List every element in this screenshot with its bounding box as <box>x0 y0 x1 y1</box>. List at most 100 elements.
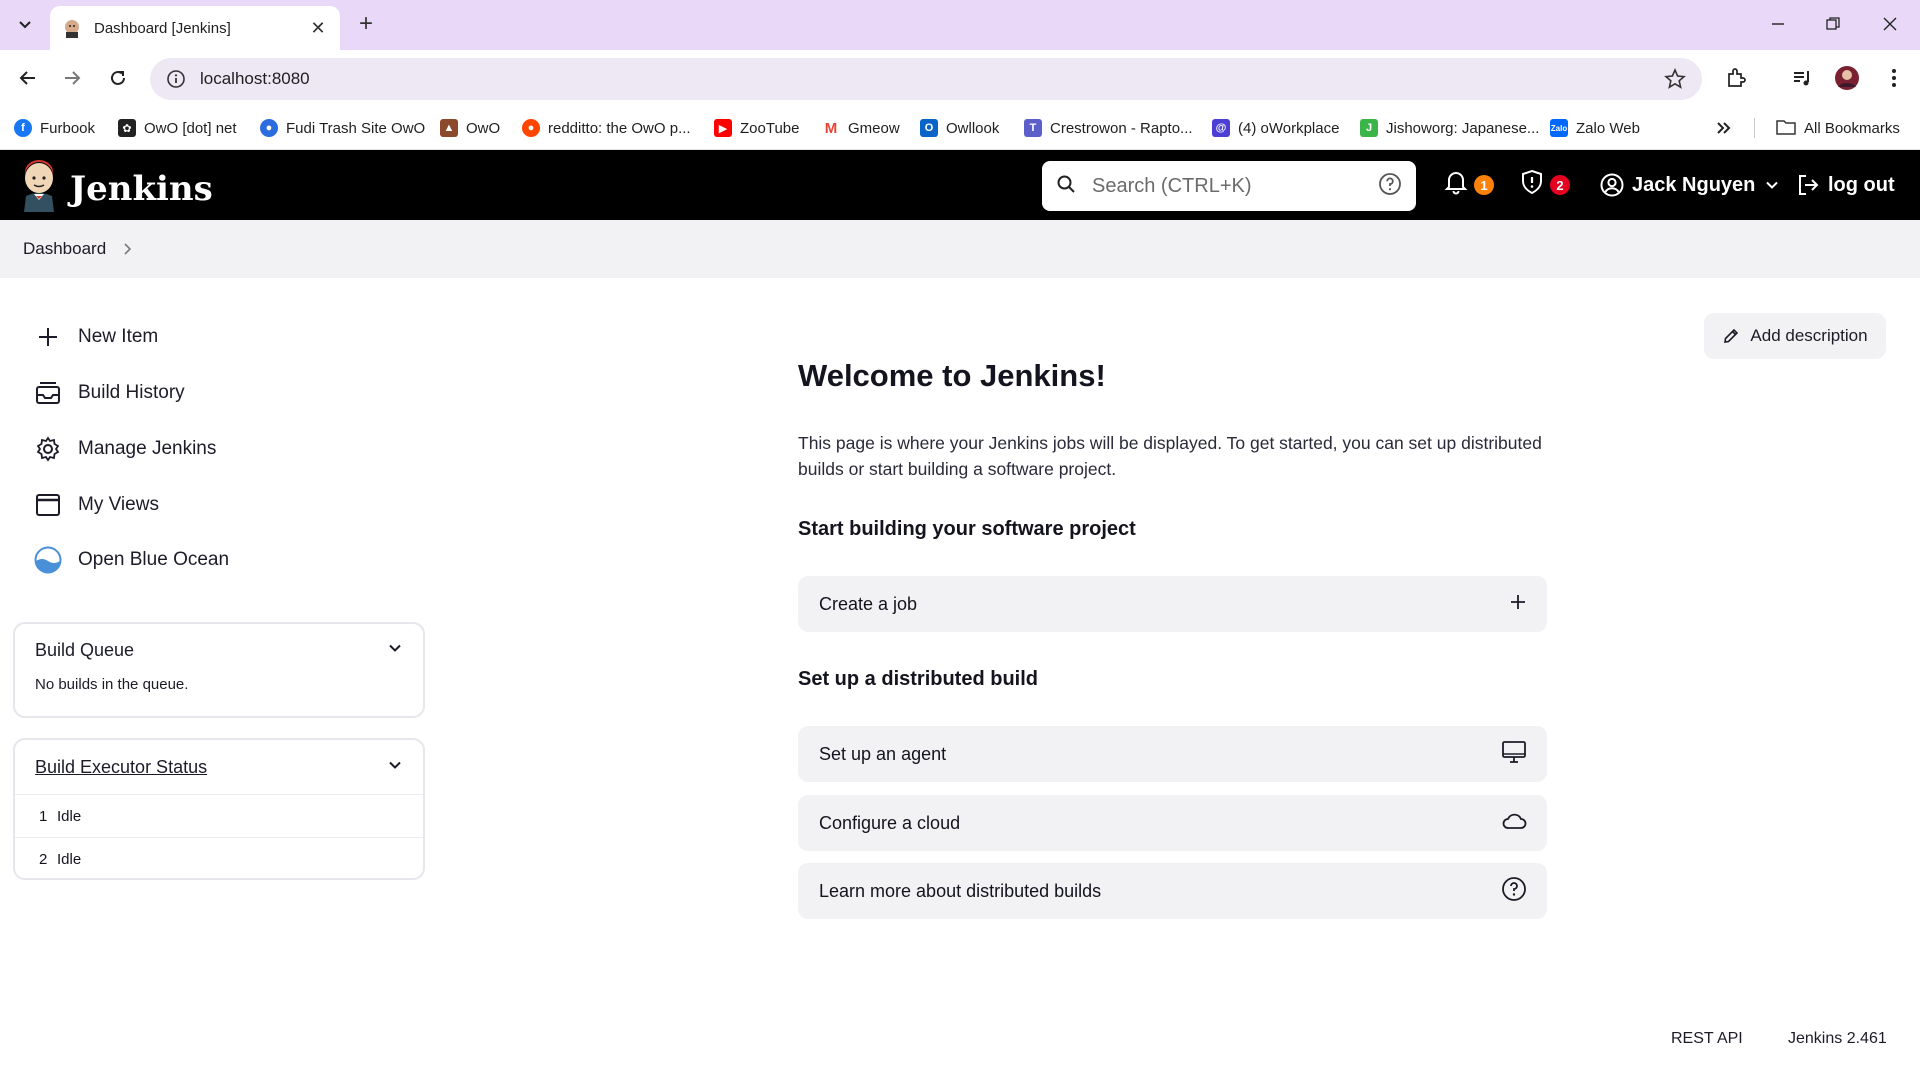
bookmark-favicon-icon: ● <box>522 119 540 137</box>
forward-arrow-icon[interactable] <box>58 64 86 92</box>
extensions-icon[interactable] <box>1722 64 1750 92</box>
new-tab-button[interactable]: + <box>352 10 380 38</box>
sidebar-item-build-history[interactable]: Build History <box>34 375 185 411</box>
breadcrumb-dashboard[interactable]: Dashboard <box>23 239 106 259</box>
bookmark-item[interactable]: Zalo Zalo Web <box>1550 116 1640 140</box>
executor-number: 2 <box>39 850 48 868</box>
bookmark-item[interactable]: ● Fudi Trash Site OwO <box>260 116 425 140</box>
jenkins-header: Jenkins 1 2 Jack Nguyen l <box>0 150 1920 220</box>
bookmark-star-icon[interactable] <box>1664 67 1686 90</box>
reload-icon[interactable] <box>104 64 132 92</box>
setup-agent-label: Set up an agent <box>819 743 947 764</box>
add-description-button[interactable]: Add description <box>1704 313 1886 359</box>
logout-link[interactable]: log out <box>1796 168 1895 202</box>
executor-number: 1 <box>39 807 48 825</box>
sidebar-item-label: Open Blue Ocean <box>78 549 230 570</box>
rest-api-link[interactable]: REST API <box>1671 1030 1743 1048</box>
configure-cloud-button[interactable]: Configure a cloud <box>798 795 1547 851</box>
bookmark-favicon-icon: @ <box>1212 119 1230 137</box>
browser-toolbar: localhost:8080 <box>0 50 1920 106</box>
restore-icon[interactable] <box>1813 10 1853 38</box>
url-text: localhost:8080 <box>200 69 310 88</box>
user-name: Jack Nguyen <box>1632 173 1756 196</box>
help-circle-icon <box>1501 876 1527 907</box>
bookmark-item[interactable]: T Crestrowon - Rapto... <box>1024 116 1193 140</box>
jenkins-version-link[interactable]: Jenkins 2.461 <box>1788 1030 1887 1048</box>
create-job-label: Create a job <box>819 593 918 614</box>
notifications-badge: 1 <box>1474 175 1494 195</box>
build-queue-title: Build Queue <box>35 639 135 660</box>
sidebar-item-new-item[interactable]: New Item <box>34 319 158 355</box>
build-queue-header[interactable]: Build Queue <box>15 624 423 676</box>
pencil-icon <box>1722 327 1740 345</box>
jenkins-logo[interactable]: Jenkins <box>20 160 213 217</box>
monitor-icon <box>1501 740 1527 769</box>
jenkins-brand-name: Jenkins <box>70 168 213 209</box>
bookmark-item[interactable]: ▶ ZooTube <box>714 116 799 140</box>
browser-tabstrip: Dashboard [Jenkins] ✕ + <box>0 0 1920 50</box>
bookmark-favicon-icon: ▶ <box>714 119 732 137</box>
tab-title: Dashboard [Jenkins] <box>94 19 231 37</box>
executor-row: 1 Idle <box>15 794 423 837</box>
bookmark-favicon-icon: ▲ <box>440 119 458 137</box>
site-info-icon[interactable] <box>166 69 186 89</box>
browser-menu-icon[interactable] <box>1880 64 1908 92</box>
bookmarks-divider <box>1754 118 1755 138</box>
sidebar-item-my-views[interactable]: My Views <box>34 487 159 523</box>
window-icon <box>34 491 62 519</box>
user-menu[interactable]: Jack Nguyen <box>1600 168 1779 202</box>
bookmarks-overflow-icon[interactable] <box>1716 116 1732 140</box>
search-help-icon[interactable] <box>1378 172 1402 201</box>
shield-icon <box>1520 169 1544 201</box>
bookmark-favicon-icon: ✿ <box>118 119 136 137</box>
section-start-building: Start building your software project <box>798 518 1136 540</box>
bookmark-item[interactable]: M Gmeow <box>822 116 900 140</box>
configure-cloud-label: Configure a cloud <box>819 812 961 833</box>
search-input[interactable] <box>1092 174 1378 198</box>
sidebar-item-label: Build History <box>78 382 185 403</box>
gear-icon <box>34 435 62 463</box>
bookmark-item[interactable]: ▲ OwO <box>440 116 500 140</box>
window-close-icon[interactable] <box>1870 10 1910 38</box>
bookmark-item[interactable]: ✿ OwO [dot] net <box>118 116 237 140</box>
media-control-icon[interactable] <box>1788 64 1816 92</box>
user-avatar-icon <box>1600 173 1624 197</box>
learn-distributed-builds-button[interactable]: Learn more about distributed builds <box>798 863 1547 919</box>
setup-agent-button[interactable]: Set up an agent <box>798 726 1547 782</box>
tab-close-icon[interactable]: ✕ <box>308 18 328 39</box>
notifications-button[interactable]: 1 <box>1444 168 1494 202</box>
bookmark-item[interactable]: f Furbook <box>14 116 95 140</box>
bookmark-item[interactable]: @ (4) oWorkplace <box>1212 116 1339 140</box>
build-executor-title-link[interactable]: Build Executor Status <box>35 757 207 778</box>
back-arrow-icon[interactable] <box>14 64 42 92</box>
bookmark-favicon-icon: ● <box>260 119 278 137</box>
bookmark-item[interactable]: ● redditto: the OwO p... <box>522 116 691 140</box>
chevron-down-icon[interactable] <box>1765 178 1779 192</box>
chevron-down-icon[interactable] <box>387 757 403 778</box>
build-executor-header: Build Executor Status <box>15 740 423 794</box>
all-bookmarks-folder[interactable]: All Bookmarks <box>1776 116 1900 140</box>
chevron-down-icon[interactable] <box>387 640 403 661</box>
bell-icon <box>1444 169 1468 201</box>
search-box[interactable] <box>1042 161 1416 211</box>
address-bar[interactable]: localhost:8080 <box>150 58 1702 100</box>
bookmark-item[interactable]: O Owllook <box>920 116 999 140</box>
tab-search-chevron-icon[interactable] <box>12 11 38 37</box>
create-job-button[interactable]: Create a job <box>798 576 1547 632</box>
minimize-icon[interactable] <box>1758 10 1798 38</box>
browser-tab-active[interactable]: Dashboard [Jenkins] ✕ <box>50 6 340 50</box>
breadcrumb: Dashboard <box>0 220 1920 278</box>
build-executor-pane: Build Executor Status 1 Idle 2 Idle <box>13 738 425 880</box>
security-alerts-button[interactable]: 2 <box>1520 168 1570 202</box>
logout-label: log out <box>1828 173 1895 196</box>
sidebar-item-open-blue-ocean[interactable]: Open Blue Ocean <box>34 542 229 578</box>
logout-icon <box>1796 173 1820 197</box>
chevron-right-icon[interactable] <box>120 242 134 256</box>
search-icon <box>1056 174 1076 199</box>
folder-icon <box>1776 119 1796 137</box>
profile-avatar[interactable] <box>1833 64 1861 92</box>
bookmark-favicon-icon: O <box>920 119 938 137</box>
sidebar-item-label: Manage Jenkins <box>78 438 217 459</box>
bookmark-item[interactable]: J Jishoworg: Japanese... <box>1360 116 1539 140</box>
sidebar-item-manage-jenkins[interactable]: Manage Jenkins <box>34 431 216 467</box>
